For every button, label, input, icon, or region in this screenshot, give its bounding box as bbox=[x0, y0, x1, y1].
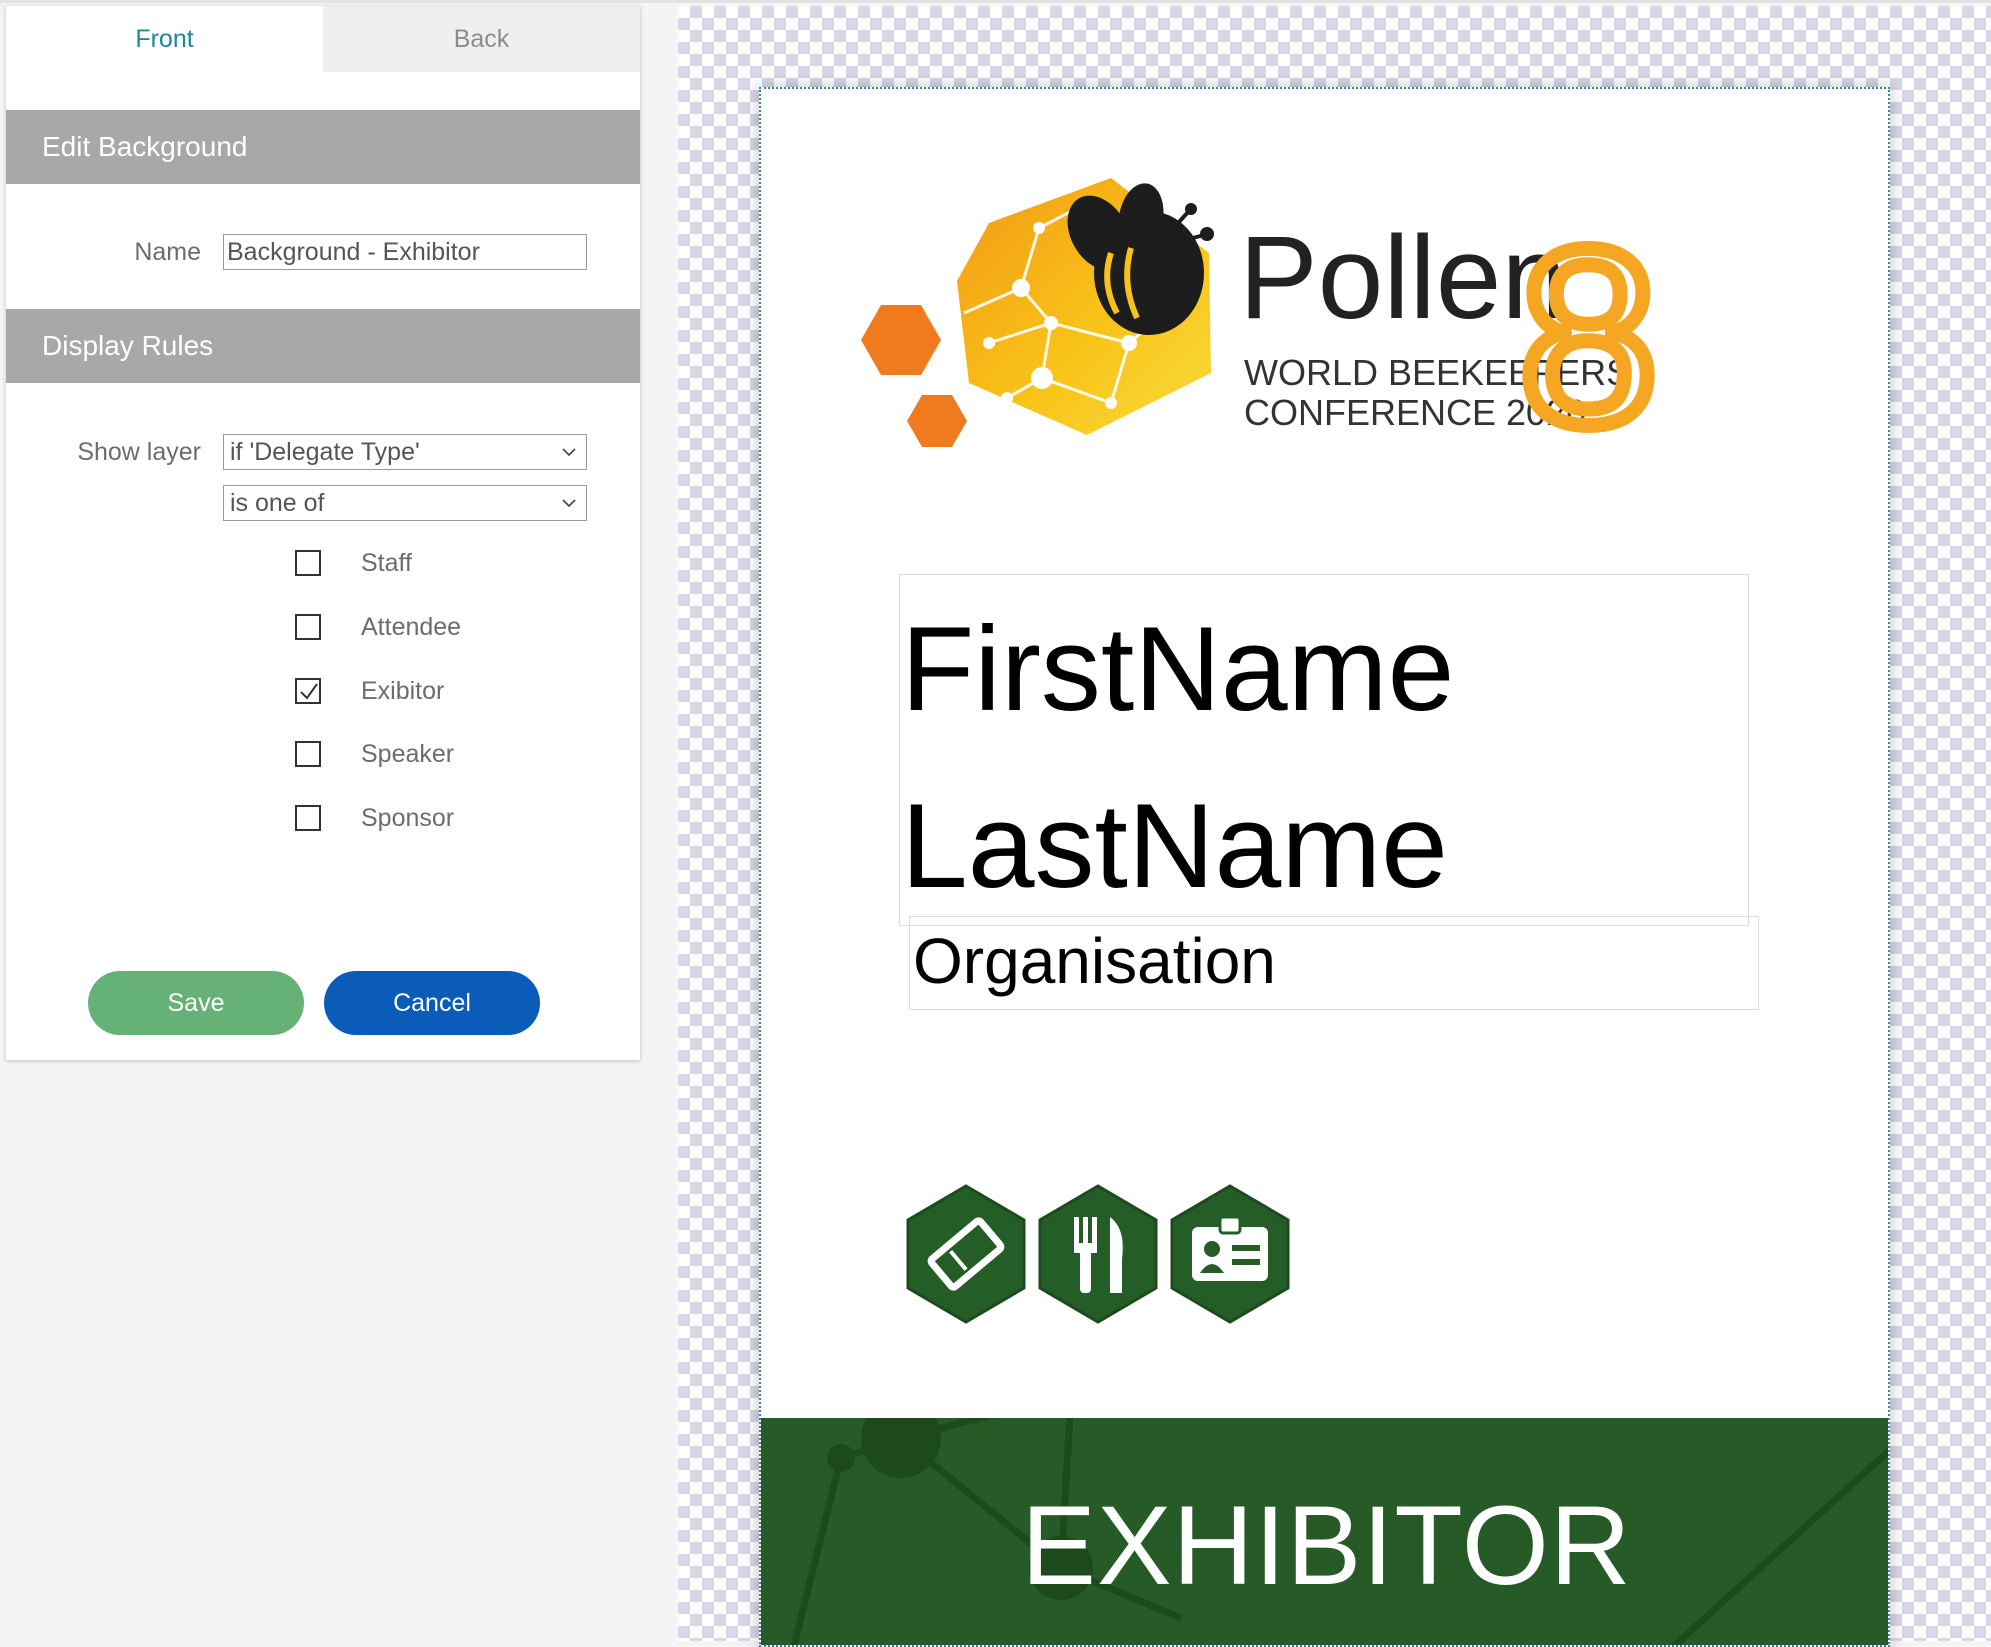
option-exibitor[interactable]: Exibitor bbox=[295, 676, 444, 706]
side-tabs: Front Back bbox=[6, 6, 640, 72]
window-top-border bbox=[0, 0, 1991, 3]
edit-background-heading: Edit Background bbox=[6, 110, 640, 184]
option-staff[interactable]: Staff bbox=[295, 548, 412, 578]
first-name-field[interactable]: FirstName bbox=[901, 609, 1454, 729]
layer-editor-panel: Front Back Edit Background Name Backgrou… bbox=[6, 6, 640, 1060]
display-rules-heading: Display Rules bbox=[6, 309, 640, 383]
tab-back[interactable]: Back bbox=[323, 6, 640, 72]
last-name-field[interactable]: LastName bbox=[901, 786, 1448, 906]
pollen8-logo: Pollen WORLD BEEKEEPERS CONFERENCE 2020 … bbox=[861, 178, 1666, 463]
ticket-icon bbox=[906, 1184, 1026, 1324]
access-icons bbox=[906, 1184, 1290, 1324]
delegate-type-label: EXHIBITOR bbox=[1021, 1483, 1632, 1608]
condition-field-select[interactable]: if 'Delegate Type' bbox=[223, 434, 587, 470]
option-sponsor[interactable]: Sponsor bbox=[295, 803, 454, 833]
show-layer-label: Show layer bbox=[77, 438, 201, 466]
checkbox[interactable] bbox=[295, 805, 321, 831]
option-speaker[interactable]: Speaker bbox=[295, 739, 454, 769]
option-label: Staff bbox=[361, 548, 412, 577]
option-label: Sponsor bbox=[361, 803, 455, 832]
name-input[interactable]: Background - Exhibitor bbox=[223, 234, 587, 270]
condition-operator-value: is one of bbox=[230, 488, 325, 517]
save-button[interactable]: Save bbox=[88, 971, 304, 1035]
logo-title: Pollen bbox=[1239, 212, 1567, 344]
checkbox[interactable] bbox=[295, 550, 321, 576]
checkbox-checked[interactable] bbox=[295, 678, 321, 704]
checkmark-icon bbox=[300, 683, 318, 700]
badge-footer-band: EXHIBITOR bbox=[761, 1418, 1888, 1645]
checkbox[interactable] bbox=[295, 614, 321, 640]
organisation-field[interactable]: Organisation bbox=[913, 929, 1276, 993]
option-label: Attendee bbox=[361, 612, 462, 641]
condition-operator-select[interactable]: is one of bbox=[223, 485, 587, 521]
condition-field-value: if 'Delegate Type' bbox=[230, 437, 420, 466]
cancel-button[interactable]: Cancel bbox=[324, 971, 540, 1035]
checkbox[interactable] bbox=[295, 741, 321, 767]
tab-front[interactable]: Front bbox=[6, 6, 323, 72]
option-label: Exibitor bbox=[361, 676, 445, 705]
name-label: Name bbox=[134, 238, 201, 266]
option-label: Speaker bbox=[361, 739, 455, 768]
id-card-icon bbox=[1170, 1184, 1290, 1324]
chevron-down-icon bbox=[562, 448, 576, 457]
cutlery-icon bbox=[1038, 1184, 1158, 1324]
badge-preview[interactable]: Pollen WORLD BEEKEEPERS CONFERENCE 2020 … bbox=[759, 87, 1890, 1647]
chevron-down-icon bbox=[562, 499, 576, 508]
logo-number: 8 bbox=[1519, 197, 1658, 463]
option-attendee[interactable]: Attendee bbox=[295, 612, 461, 642]
